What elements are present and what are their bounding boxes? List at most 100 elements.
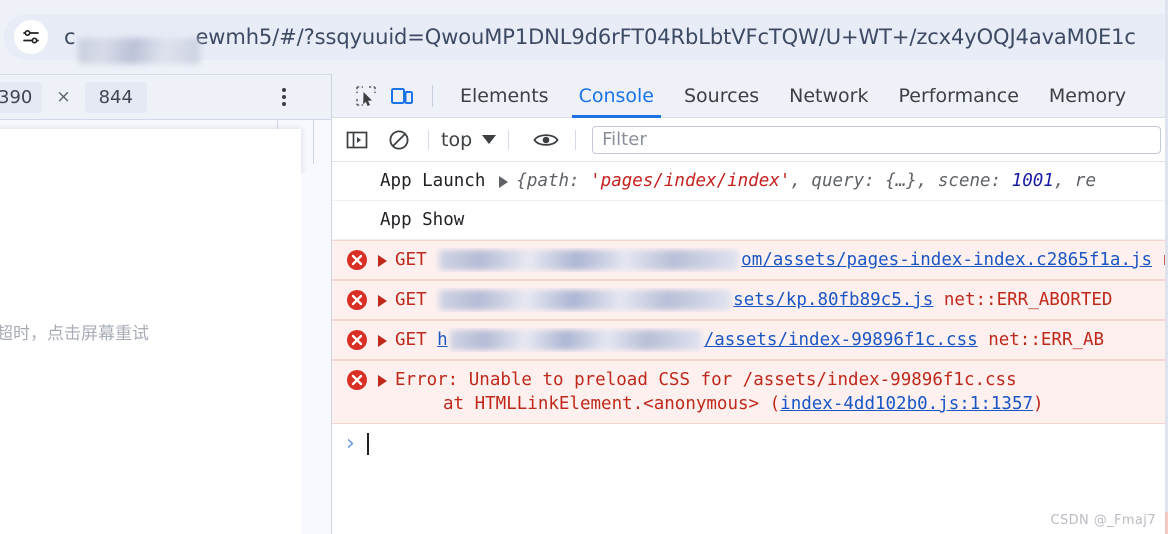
toolbar-divider-1 (428, 129, 429, 150)
request-method: GET (395, 250, 427, 270)
omnibox[interactable]: c ewmh5/#/?ssqyuuid=QwouMP1DNL9d6rFT04RbL… (4, 14, 1168, 64)
tab-performance[interactable]: Performance (884, 74, 1034, 118)
execution-context-label: top (441, 128, 473, 151)
request-status: net::ERR_ABORTED (943, 290, 1113, 310)
redacted-url-blur (449, 330, 702, 350)
execution-context-selector[interactable]: top (441, 128, 497, 151)
tabbar-divider (432, 84, 433, 107)
eye-glyph (533, 133, 559, 146)
console-toolbar: top (332, 118, 1168, 162)
clear-console-icon[interactable] (382, 125, 416, 155)
disclosure-triangle-icon[interactable] (378, 375, 387, 387)
viewport-gutter (301, 173, 331, 534)
stack-frame-text: at HTMLLinkElement.<anonymous> ( (443, 394, 781, 414)
obj-comma-1: , (790, 171, 801, 191)
console-prompt[interactable]: › (332, 424, 1168, 464)
device-dimensions: 390 × 844 (0, 75, 147, 119)
disclosure-triangle-icon[interactable] (378, 335, 387, 347)
preload-error-line-2: at HTMLLinkElement.<anonymous> (index-4d… (395, 392, 1168, 416)
redacted-url-blur (439, 250, 740, 270)
request-url-tail[interactable]: sets/kp.80fb89c5.js (733, 290, 933, 310)
app-show-label: App Show (380, 210, 465, 230)
devtools-panel: Elements Console Sources Network Perform… (331, 74, 1168, 534)
preload-error-body: Error: Unable to preload CSS for /assets… (395, 368, 1168, 416)
request-url-tail[interactable]: om/assets/pages-index-index.c2865f1a.js (741, 250, 1152, 270)
console-error-preload[interactable]: Error: Unable to preload CSS for /assets… (332, 360, 1168, 424)
page-timeout-message: 务器超时，点击屏幕重试 (0, 324, 149, 344)
obj-comma-2: , (916, 171, 928, 191)
app-launch-label: App Launch (380, 171, 486, 191)
source-location-link[interactable]: index-4dd102b0.js:1:1357 (780, 394, 1033, 414)
chevron-down-icon (482, 135, 497, 144)
obj-comma-3: , (1053, 171, 1065, 191)
omnibox-url-redacted-prefix: c (64, 25, 76, 49)
disclosure-triangle-icon[interactable] (378, 295, 387, 307)
csdn-watermark: CSDN @_Fmaj7 (1050, 513, 1156, 528)
request-method: GET (395, 290, 427, 310)
request-url-prefix[interactable]: h (437, 330, 448, 350)
stack-frame-suffix: ) (1033, 394, 1044, 414)
tab-sources[interactable]: Sources (669, 74, 774, 118)
omnibox-url-text[interactable]: c ewmh5/#/?ssqyuuid=QwouMP1DNL9d6rFT04RbL… (64, 25, 1136, 49)
omnibox-url-visible: ewmh5/#/?ssqyuuid=QwouMP1DNL9d6rFT04RbLb… (195, 25, 1136, 49)
device-screen[interactable]: 务器超时，点击屏幕重试 (0, 129, 301, 534)
device-preview-pane: 390 × 844 务器超时，点击屏幕重试 (0, 74, 331, 534)
console-error-row[interactable]: GET om/assets/pages-index-index.c2865f1a… (332, 240, 1168, 280)
browser-devtools-screenshot: c ewmh5/#/?ssqyuuid=QwouMP1DNL9d6rFT04RbL… (0, 0, 1168, 534)
request-method: GET (395, 330, 427, 350)
console-error-row[interactable]: GET h /assets/index-99896f1c.css net::ER… (332, 320, 1168, 360)
console-filter-input[interactable] (592, 125, 1161, 154)
obj-val-query[interactable]: {…} (885, 171, 917, 191)
obj-val-path: 'pages/index/index' (590, 171, 791, 191)
console-message-app-show[interactable]: App Show (332, 201, 1168, 240)
request-url-tail[interactable]: /assets/index-99896f1c.css (704, 330, 978, 350)
console-message-list[interactable]: App Launch {path: 'pages/index/index', q… (332, 162, 1168, 534)
site-settings-button[interactable] (14, 20, 48, 54)
obj-key-query: query: (811, 171, 875, 191)
prompt-caret-icon: › (346, 431, 355, 456)
device-viewport-shell: 务器超时，点击屏幕重试 (0, 119, 331, 534)
device-toolbar-icon[interactable] (384, 79, 420, 113)
console-sidebar-glyph (346, 131, 368, 148)
error-circle-icon (347, 330, 367, 350)
device-toolbar-glyph (391, 87, 413, 104)
toolbar-divider-3 (575, 129, 577, 150)
obj-open-brace: { (516, 171, 527, 191)
tab-console[interactable]: Console (564, 74, 669, 118)
device-width-input[interactable]: 390 (0, 81, 43, 113)
inspect-cursor-glyph (356, 85, 376, 106)
device-toolbar: 390 × 844 (0, 75, 331, 119)
redacted-url-blur (439, 290, 732, 310)
console-message-app-launch[interactable]: App Launch {path: 'pages/index/index', q… (332, 162, 1168, 201)
obj-val-scene: 1001 (1011, 171, 1054, 191)
device-dimension-separator: × (56, 87, 71, 107)
request-status: net::ERR_AB (988, 330, 1105, 350)
tab-network[interactable]: Network (774, 74, 883, 118)
toolbar-divider-2 (508, 129, 510, 150)
tab-elements[interactable]: Elements (445, 74, 564, 118)
console-error-row[interactable]: GET sets/kp.80fb89c5.js net::ERR_ABORTED (332, 280, 1168, 320)
viewport-ruler-line-2 (313, 120, 314, 164)
error-circle-icon (347, 290, 367, 310)
app-launch-object: {path: 'pages/index/index', query: {…}, … (516, 169, 1168, 193)
tab-memory[interactable]: Memory (1034, 74, 1141, 118)
eye-icon[interactable] (529, 125, 563, 155)
devtools-tabbar: Elements Console Sources Network Perform… (332, 74, 1168, 118)
device-height-input[interactable]: 844 (84, 81, 147, 113)
error-body: GET om/assets/pages-index-index.c2865f1a… (395, 248, 1168, 272)
error-circle-icon (347, 370, 367, 390)
preload-error-line-1: Error: Unable to preload CSS for /assets… (395, 370, 1017, 390)
tune-icon (23, 29, 39, 44)
disclosure-triangle-icon[interactable] (499, 176, 509, 188)
error-body: GET sets/kp.80fb89c5.js net::ERR_ABORTED (395, 288, 1168, 312)
obj-key-path: path: (526, 171, 580, 191)
kebab-menu-icon[interactable] (273, 86, 295, 108)
error-body: GET h /assets/index-99896f1c.css net::ER… (395, 328, 1168, 352)
inspect-cursor-icon[interactable] (348, 79, 384, 113)
obj-key-scene: scene: (937, 171, 1002, 191)
clear-console-glyph (389, 129, 409, 150)
browser-omnibox-strip: c ewmh5/#/?ssqyuuid=QwouMP1DNL9d6rFT04RbL… (0, 0, 1168, 74)
console-sidebar-icon[interactable] (340, 125, 374, 155)
disclosure-triangle-icon[interactable] (378, 255, 387, 267)
error-circle-icon (347, 250, 367, 270)
